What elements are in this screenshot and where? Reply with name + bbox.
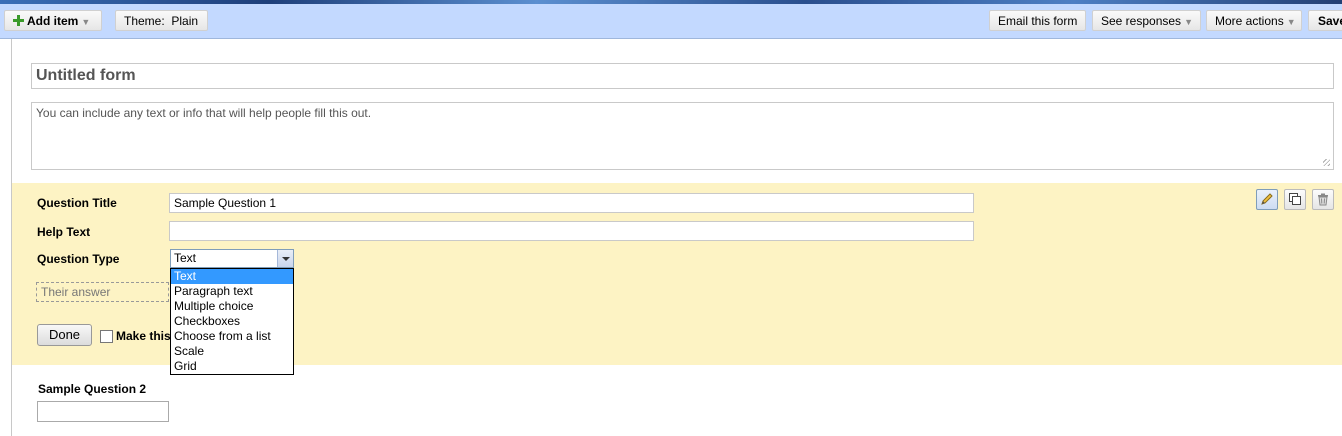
- type-option-checkboxes[interactable]: Checkboxes: [171, 314, 293, 329]
- email-form-button[interactable]: Email this form: [989, 10, 1086, 31]
- save-button[interactable]: Save: [1308, 10, 1342, 31]
- more-actions-button[interactable]: More actions ▼: [1206, 10, 1302, 31]
- question-type-dropdown: Text Paragraph text Multiple choice Chec…: [170, 268, 294, 375]
- add-item-button[interactable]: Add item ▼: [4, 10, 102, 31]
- question-type-value: Text: [174, 251, 197, 265]
- see-responses-button[interactable]: See responses ▼: [1092, 10, 1201, 31]
- delete-question-button[interactable]: [1312, 189, 1334, 210]
- answer-preview: Their answer: [36, 282, 169, 302]
- email-form-label: Email this form: [998, 14, 1078, 28]
- type-option-multiple-choice[interactable]: Multiple choice: [171, 299, 293, 314]
- question2-title[interactable]: Sample Question 2: [38, 382, 146, 396]
- question-type-select[interactable]: Text: [170, 249, 294, 268]
- save-label: Save: [1318, 14, 1342, 28]
- more-actions-label: More actions: [1215, 14, 1284, 28]
- resize-grip-icon[interactable]: [1323, 159, 1330, 166]
- chevron-down-icon: ▼: [81, 17, 91, 27]
- duplicate-icon: [1289, 193, 1301, 205]
- type-option-grid[interactable]: Grid: [171, 359, 293, 374]
- dropdown-arrow-icon[interactable]: [277, 250, 293, 267]
- form-title-input[interactable]: Untitled form: [31, 63, 1334, 89]
- chevron-down-icon: ▼: [1184, 17, 1193, 27]
- form-description-input[interactable]: You can include any text or info that wi…: [31, 102, 1334, 170]
- type-option-text[interactable]: Text: [171, 269, 293, 284]
- type-option-scale[interactable]: Scale: [171, 344, 293, 359]
- edit-question-button[interactable]: [1256, 189, 1278, 210]
- toolbar: Add item ▼ Theme: Plain Email this form S…: [0, 4, 1342, 39]
- duplicate-question-button[interactable]: [1284, 189, 1306, 210]
- theme-button[interactable]: Theme: Plain: [115, 10, 208, 31]
- chevron-down-icon: ▼: [1286, 17, 1296, 27]
- help-text-input[interactable]: [169, 221, 974, 241]
- question-title-label: Question Title: [37, 196, 117, 210]
- question-type-label: Question Type: [37, 252, 120, 266]
- theme-label: Theme: Plain: [124, 14, 199, 28]
- pencil-icon: [1261, 193, 1273, 205]
- plus-icon: [13, 15, 24, 26]
- trash-icon: [1318, 193, 1328, 206]
- help-text-label: Help Text: [37, 225, 91, 239]
- question2-input[interactable]: [37, 401, 169, 422]
- description-placeholder: You can include any text or info that wi…: [36, 106, 372, 120]
- add-item-label: Add item: [27, 14, 79, 28]
- question-title-input[interactable]: Sample Question 1: [169, 193, 974, 213]
- required-checkbox[interactable]: [100, 330, 113, 343]
- type-option-paragraph[interactable]: Paragraph text: [171, 284, 293, 299]
- type-option-list[interactable]: Choose from a list: [171, 329, 293, 344]
- done-button[interactable]: Done: [37, 324, 92, 346]
- see-responses-label: See responses: [1101, 14, 1182, 28]
